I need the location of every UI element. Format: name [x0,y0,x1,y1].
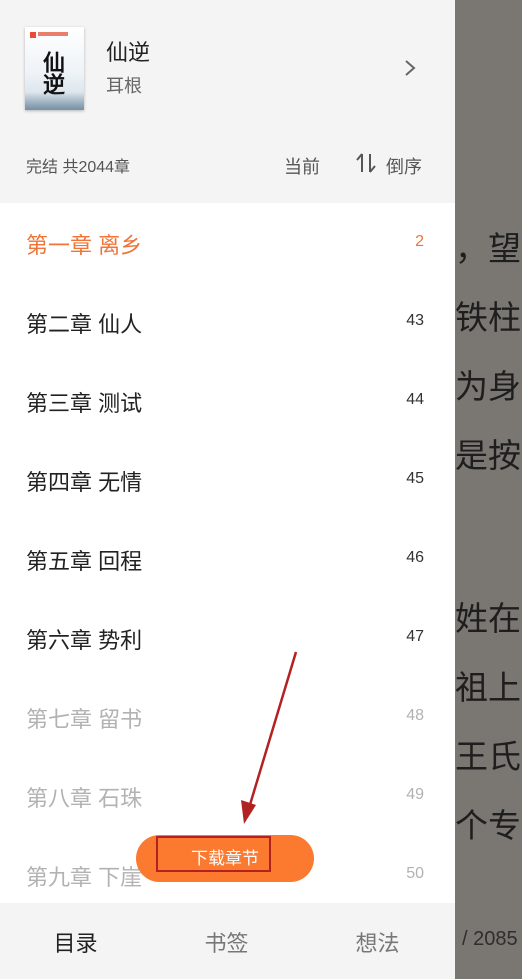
reader-text-line: 为身 [455,367,521,406]
chapter-title: 第五章 回程 [26,549,143,574]
reader-text-line: 姓在 [455,599,521,638]
book-header[interactable]: 仙逆 仙逆 耳根 完结 共2044章 当前 倒序 [0,0,455,203]
chapter-number: 2 [415,233,424,250]
chapter-number: 47 [406,628,424,645]
sort-order-button[interactable]: 倒序 [386,153,422,179]
reader-text-line: 个专 [455,806,521,845]
chapter-item[interactable]: 第三章 测试 44 [0,361,455,440]
page-indicator: / 2085 [462,928,518,950]
annotation-highlight-box [156,836,271,872]
chapter-item[interactable]: 第二章 仙人 43 [0,282,455,361]
chapter-title: 第六章 势利 [26,628,143,653]
tab-notes[interactable]: 想法 [302,903,453,979]
chapter-number: 50 [406,865,424,882]
sort-order-icon[interactable] [355,151,377,175]
chapter-number: 49 [406,786,424,803]
chapter-number: 44 [406,391,424,408]
chevron-right-icon[interactable] [400,58,420,78]
chapter-item[interactable]: 第七章 留书 48 [0,677,455,756]
chapter-title: 第一章 离乡 [26,233,143,258]
cover-decoration [25,92,84,110]
publisher-logo-icon [30,32,36,38]
book-title: 仙逆 [106,40,151,65]
reader-text-line: 王氏 [455,737,521,776]
chapter-title: 第七章 留书 [26,707,143,732]
chapter-title: 第三章 测试 [26,391,143,416]
book-cover[interactable]: 仙逆 [25,27,84,110]
reader-text-line: ，望 [455,229,521,268]
chapter-title: 第九章 下崖 [26,865,143,890]
chapter-title: 第八章 石珠 [26,786,143,811]
chapter-title: 第二章 仙人 [26,312,143,337]
chapter-number: 43 [406,312,424,329]
chapter-number: 45 [406,470,424,487]
tab-bookmarks[interactable]: 书签 [151,903,302,979]
chapter-number: 46 [406,549,424,566]
publisher-logo-mark [38,32,68,36]
chapter-title: 第四章 无情 [26,470,143,495]
jump-to-current-button[interactable]: 当前 [284,153,320,179]
reader-text-line: 祖上 [455,668,521,707]
reader-text-line: 是按 [455,436,521,475]
chapter-item[interactable]: 第五章 回程 46 [0,519,455,598]
chapter-item[interactable]: 第四章 无情 45 [0,440,455,519]
chapter-number: 48 [406,707,424,724]
table-of-contents-drawer: 仙逆 仙逆 耳根 完结 共2044章 当前 倒序 第一章 离乡 2 第二章 仙人… [0,0,455,979]
chapter-item[interactable]: 第六章 势利 47 [0,598,455,677]
chapter-item[interactable]: 第八章 石珠 49 [0,756,455,835]
reader-text-line: 铁柱 [455,298,521,337]
tab-contents[interactable]: 目录 [0,903,151,979]
reader-page-background[interactable]: ，望 铁柱 为身 是按 姓在 祖上 王氏 个专 [455,0,522,979]
chapter-list[interactable]: 第一章 离乡 2 第二章 仙人 43 第三章 测试 44 第四章 无情 45 第… [0,203,455,903]
cover-title: 仙逆 [39,51,65,95]
book-status: 完结 共2044章 [26,159,131,176]
bottom-tab-bar: 目录 书签 想法 [0,903,455,979]
book-author: 耳根 [106,76,142,96]
chapter-item[interactable]: 第一章 离乡 2 [0,203,455,282]
